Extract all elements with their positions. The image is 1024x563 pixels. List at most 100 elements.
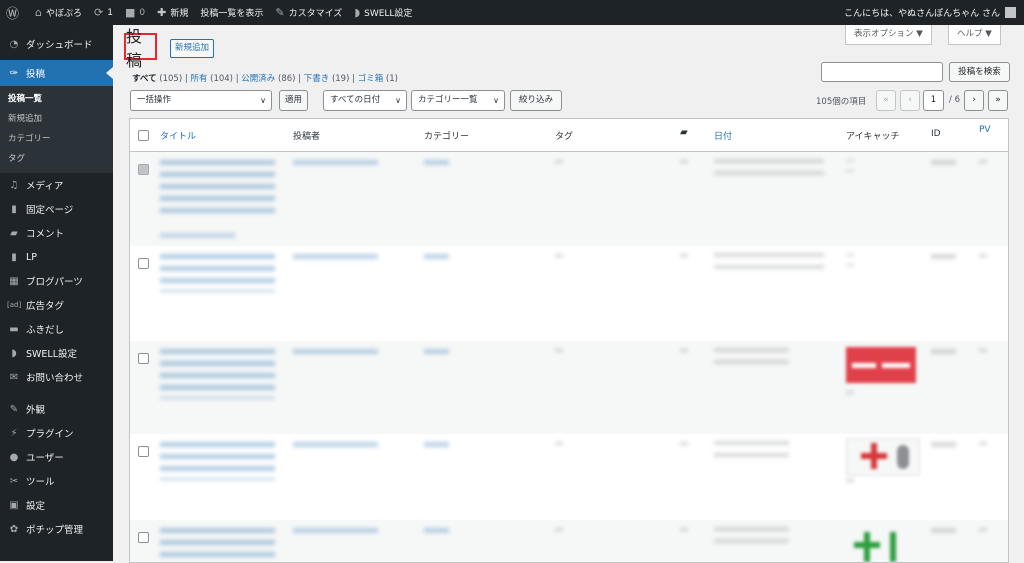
current-page-input[interactable]: 1 [923,90,944,111]
comments-blurred [680,349,688,352]
post-search-input[interactable] [821,62,943,82]
prev-page-button[interactable]: ‹ [900,90,920,111]
swell-settings-link[interactable]: ◗ SWELL設定 [348,0,418,25]
view-posts-link[interactable]: 投稿一覧を表示 [194,0,269,25]
id-blurred [931,349,956,354]
menu-tools[interactable]: ✂ ツール [0,469,113,493]
submenu-all-posts[interactable]: 投稿一覧 [0,89,113,109]
menu-users[interactable]: ● ユーザー [0,445,113,469]
menu-balloons[interactable]: ▬ ふきだし [0,317,113,341]
menu-posts[interactable]: ✑ 投稿 [0,60,113,86]
column-pv[interactable]: PV [979,125,991,135]
id-blurred [931,442,956,447]
brush-icon: ✎ [275,6,285,19]
filter-all[interactable]: すべて [132,74,157,84]
page-title-highlight: 投稿 [124,27,157,70]
filter-mine[interactable]: 所有 [190,74,207,84]
row-checkbox[interactable] [138,164,149,175]
filter-draft[interactable]: 下書き [304,74,330,84]
post-title-blurred[interactable] [160,160,275,220]
category-filter-select[interactable]: カテゴリー一覧 ∨ [411,90,505,111]
balloon-icon: ▬ [9,323,19,335]
menu-plugins[interactable]: ⚡ プラグイン [0,421,113,445]
tags-blurred [555,528,563,531]
filter-published[interactable]: 公開済み [241,74,275,84]
page-title: 投稿 [126,26,143,70]
post-title-blurred[interactable] [160,349,275,399]
mail-icon: ✉ [9,371,19,383]
author-blurred [293,528,378,533]
pin-icon: ✑ [9,67,19,79]
last-page-button[interactable]: » [988,90,1008,111]
dashboard-icon: ◔ [9,38,19,50]
main-content: 表示オプション ▼ ヘルプ ▼ 投稿 新規追加 すべて (105) | 所有 (… [113,25,1024,563]
menu-blog-parts[interactable]: ▦ ブログパーツ [0,269,113,293]
date-blurred [714,253,824,271]
menu-media[interactable]: ♫ メディア [0,173,113,197]
comments-link[interactable]: ■ 0 [119,0,151,25]
eyecatch-thumbnail [846,438,920,476]
submenu-tags[interactable]: タグ [0,149,113,169]
next-page-button[interactable]: › [964,90,984,111]
post-title-blurred[interactable] [160,442,275,480]
row-checkbox[interactable] [138,258,149,269]
menu-lp[interactable]: ▮ LP [0,245,113,269]
menu-pages[interactable]: ▮ 固定ページ [0,197,113,221]
select-all-checkbox[interactable] [138,130,149,141]
table-row [130,246,1008,341]
page-icon: ▮ [11,203,17,215]
swell-icon: ◗ [11,347,17,359]
menu-swell-settings[interactable]: ◗ SWELL設定 [0,341,113,365]
posts-submenu: 投稿一覧 新規追加 カテゴリー タグ [0,86,113,173]
menu-dashboard[interactable]: ◔ ダッシュボード [0,32,113,56]
column-date[interactable]: 日付 [714,129,732,142]
pv-blurred [979,160,987,163]
comments-blurred [680,160,688,163]
add-new-button[interactable]: 新規追加 [170,39,215,58]
customize-link[interactable]: ✎ カスタマイズ [269,0,348,25]
post-title-blurred[interactable] [160,528,275,558]
date-blurred [714,527,789,545]
comments-blurred [680,254,688,257]
first-page-button[interactable]: « [876,90,896,111]
column-title[interactable]: タイトル [160,129,196,142]
submenu-add-new[interactable]: 新規追加 [0,109,113,129]
bulk-action-select[interactable]: 一括操作 ∨ [130,90,272,111]
wordpress-logo-icon[interactable]: Ⓦ [0,0,29,25]
my-account[interactable]: こんにちは、やぬさんぽんちゃん さん [844,6,1024,19]
row-checkbox[interactable] [138,446,149,457]
filter-button[interactable]: 絞り込み [510,90,562,111]
menu-settings[interactable]: ▣ 設定 [0,493,113,517]
apply-button[interactable]: 適用 [279,90,308,111]
post-title-blurred[interactable] [160,254,275,292]
date-blurred [714,159,824,177]
pv-blurred [979,528,987,531]
menu-comments[interactable]: ▰ コメント [0,221,113,245]
category-blurred [424,528,449,533]
new-content-link[interactable]: ✚ 新規 [151,0,194,25]
menu-appearance[interactable]: ✎ 外観 [0,397,113,421]
menu-pochipp[interactable]: ✿ ポチップ管理 [0,517,113,541]
site-name-link[interactable]: ⌂ やぼぷろ [29,0,88,25]
date-filter-select[interactable]: すべての日付 ∨ [323,90,407,111]
id-blurred [931,528,956,533]
menu-ad-tags[interactable]: [ad] 広告タグ [0,293,113,317]
paw-icon: ✿ [9,523,19,535]
filter-trash[interactable]: ゴミ箱 [358,74,384,84]
menu-contact[interactable]: ✉ お問い合わせ [0,365,113,389]
screen-options-button[interactable]: 表示オプション ▼ [845,25,932,45]
blocks-icon: ▦ [9,275,19,287]
tags-blurred [555,349,563,352]
wrench-icon: ✂ [9,475,19,487]
help-button[interactable]: ヘルプ ▼ [948,25,1001,45]
search-posts-button[interactable]: 投稿を検索 [949,62,1010,82]
category-blurred [424,442,449,447]
tags-blurred [555,160,563,163]
author-blurred [293,160,378,165]
row-checkbox[interactable] [138,532,149,543]
submenu-categories[interactable]: カテゴリー [0,129,113,149]
row-checkbox[interactable] [138,353,149,364]
table-header: タイトル 投稿者 カテゴリー タグ ▰ 日付 アイキャッチ ID PV [130,119,1008,152]
column-author: 投稿者 [293,132,321,142]
updates-link[interactable]: ⟳ 1 [88,0,119,25]
